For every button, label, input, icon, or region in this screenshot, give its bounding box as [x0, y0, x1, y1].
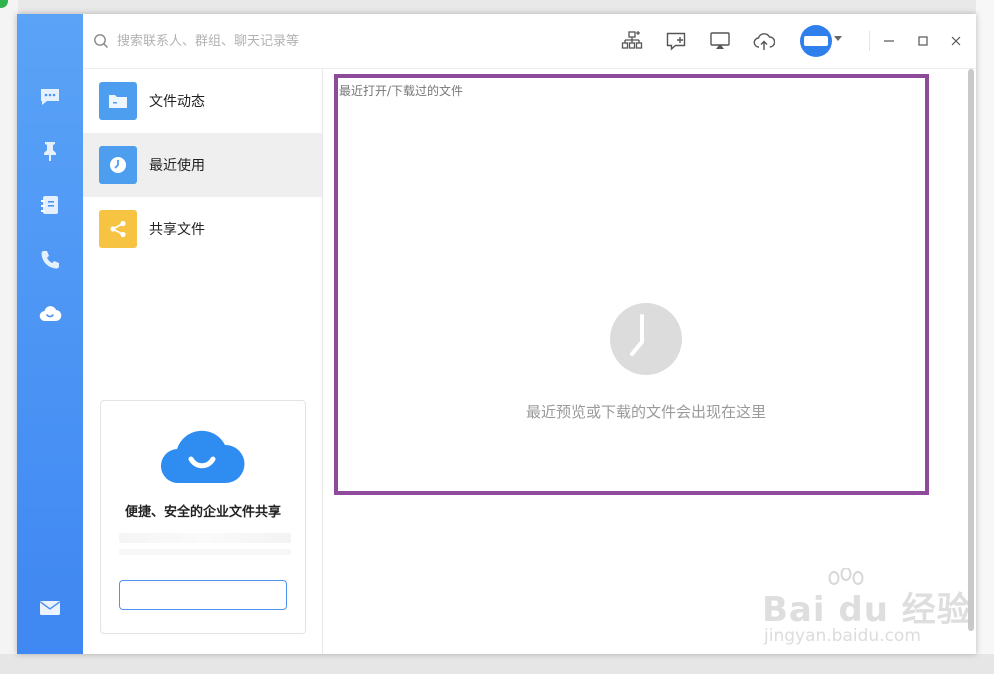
screen-cast-icon	[710, 32, 730, 49]
maximize-button[interactable]	[913, 31, 933, 51]
nav-item-shared-files[interactable]: 共享文件	[83, 197, 322, 261]
background-right	[976, 0, 994, 674]
rail-pin[interactable]	[30, 131, 70, 171]
screen-cast-button[interactable]	[709, 30, 731, 52]
minimize-icon	[884, 40, 894, 42]
close-button[interactable]	[946, 31, 966, 51]
nav-item-label: 最近使用	[149, 158, 205, 174]
phone-icon	[41, 251, 59, 269]
nav-item-label: 共享文件	[149, 222, 205, 238]
search-box[interactable]	[93, 30, 393, 52]
mail-icon	[40, 601, 60, 615]
promo-description	[119, 533, 291, 543]
avatar[interactable]	[800, 25, 832, 57]
search-icon	[94, 34, 109, 49]
scrollbar-thumb[interactable]	[968, 69, 974, 631]
clock-icon	[610, 303, 682, 375]
search-input[interactable]	[115, 32, 379, 50]
new-chat-button[interactable]	[665, 30, 687, 52]
background-bottom	[0, 654, 994, 674]
rail-phone[interactable]	[30, 240, 70, 280]
close-icon	[951, 36, 961, 46]
rail-chat[interactable]	[30, 77, 70, 117]
org-chart-button[interactable]	[621, 30, 643, 52]
file-nav: 文件动态 最近使用 共享文件 便捷、安全的企业文件共享	[83, 69, 323, 654]
clock-icon	[99, 146, 137, 184]
chevron-down-icon[interactable]	[834, 36, 842, 41]
folder-icon	[99, 82, 137, 120]
background-left	[0, 0, 18, 674]
promo-action-button[interactable]	[119, 580, 287, 610]
cloud-drive-icon	[39, 306, 62, 322]
maximize-icon	[918, 36, 928, 46]
rail-contacts[interactable]	[30, 185, 70, 225]
cloud-upload-icon	[753, 33, 776, 50]
cloud-upload-button[interactable]	[753, 30, 776, 52]
main-content: 最近打开/下载过的文件 最近预览或下载的文件会出现在这里	[323, 69, 976, 654]
share-icon	[99, 210, 137, 248]
empty-state-text: 最近预览或下载的文件会出现在这里	[525, 403, 766, 421]
minimize-button[interactable]	[879, 31, 899, 51]
promo-title: 便捷、安全的企业文件共享	[124, 505, 281, 520]
chat-bubble-icon	[41, 89, 59, 105]
nav-item-recent[interactable]: 最近使用	[83, 133, 322, 197]
new-chat-icon	[666, 32, 686, 51]
rail-cloud-drive[interactable]	[30, 294, 70, 334]
side-rail	[17, 14, 83, 654]
pin-icon	[44, 142, 56, 161]
cloud-drive-icon	[160, 430, 245, 484]
promo-card: 便捷、安全的企业文件共享	[100, 400, 306, 634]
nav-item-label: 文件动态	[149, 94, 205, 110]
promo-description-line	[119, 549, 291, 555]
rail-mail[interactable]	[30, 588, 70, 628]
top-bar	[83, 14, 976, 69]
highlight-frame	[334, 74, 929, 495]
contacts-book-icon	[41, 196, 58, 214]
nav-item-file-activity[interactable]: 文件动态	[83, 69, 322, 133]
app-window: 文件动态 最近使用 共享文件 便捷、安全的企业文件共享 最近打开/	[17, 14, 976, 654]
toolbar-divider	[869, 31, 870, 51]
org-chart-icon	[621, 31, 643, 49]
